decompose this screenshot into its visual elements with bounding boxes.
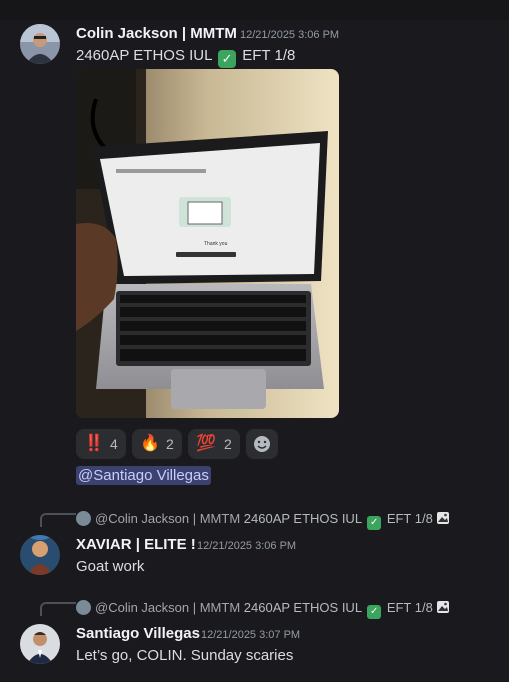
- message-santiago: @Colin Jackson | MMTM 2460AP ETHOS IUL ✓…: [0, 577, 509, 682]
- add-reaction-icon: [254, 436, 270, 452]
- username[interactable]: Colin Jackson | MMTM: [76, 25, 237, 42]
- reply-snippet: 2460AP ETHOS IUL: [243, 600, 362, 615]
- add-reaction-button[interactable]: [246, 429, 278, 459]
- user-mention[interactable]: @Santiago Villegas: [76, 466, 211, 485]
- double-exclamation-icon: ‼️: [84, 435, 104, 452]
- timestamp: 12/21/2025 3:06 PM: [240, 29, 340, 41]
- content-suffix: EFT 1/8: [242, 47, 296, 64]
- timestamp: 12/21/2025 3:07 PM: [201, 629, 301, 641]
- reply-spine: [40, 513, 76, 527]
- reaction-count: 4: [110, 436, 118, 452]
- reply-spine: [40, 602, 76, 616]
- content-prefix: 2460AP ETHOS IUL: [76, 47, 212, 64]
- top-bar: [0, 0, 509, 20]
- avatar[interactable]: [20, 535, 60, 575]
- username[interactable]: XAVIAR | ELITE !: [76, 536, 196, 553]
- fire-icon: 🔥: [140, 435, 160, 452]
- message-content: Goat work: [76, 558, 145, 575]
- avatar[interactable]: [20, 24, 60, 64]
- reply-avatar: [76, 511, 91, 526]
- timestamp: 12/21/2025 3:06 PM: [197, 540, 297, 552]
- message-content: 2460AP ETHOS IUL ✓ EFT 1/8: [76, 47, 295, 68]
- reply-author: @Colin Jackson | MMTM: [95, 600, 241, 615]
- reply-avatar: [76, 600, 91, 615]
- reply-reference[interactable]: @Colin Jackson | MMTM 2460AP ETHOS IUL ✓…: [76, 600, 450, 619]
- reaction-count: 2: [166, 436, 174, 452]
- message-xaviar: @Colin Jackson | MMTM 2460AP ETHOS IUL ✓…: [0, 488, 509, 576]
- image-icon: [437, 512, 450, 524]
- reply-snippet: 2460AP ETHOS IUL: [243, 511, 362, 526]
- reply-suffix: EFT 1/8: [386, 511, 433, 526]
- hundred-points-icon: 💯: [196, 435, 216, 452]
- message-colin: Colin Jackson | MMTM 12/21/2025 3:06 PM …: [0, 20, 509, 490]
- reaction-double-exclamation[interactable]: ‼️ 4: [76, 429, 126, 459]
- reply-author: @Colin Jackson | MMTM: [95, 511, 241, 526]
- image-attachment[interactable]: Thank you: [76, 69, 339, 418]
- check-emoji-icon: ✓: [218, 50, 237, 68]
- check-emoji-icon: ✓: [367, 605, 382, 619]
- reaction-fire[interactable]: 🔥 2: [132, 429, 182, 459]
- reaction-hundred[interactable]: 💯 2: [188, 429, 240, 459]
- check-emoji-icon: ✓: [367, 516, 382, 530]
- chat-area: Colin Jackson | MMTM 12/21/2025 3:06 PM …: [0, 20, 509, 682]
- reply-reference[interactable]: @Colin Jackson | MMTM 2460AP ETHOS IUL ✓…: [76, 511, 450, 530]
- reaction-count: 2: [224, 436, 232, 452]
- message-content: Let’s go, COLIN. Sunday scaries: [76, 647, 294, 664]
- avatar[interactable]: [20, 624, 60, 664]
- screen-text: Thank you: [204, 241, 228, 247]
- username[interactable]: Santiago Villegas: [76, 625, 200, 642]
- image-icon: [437, 601, 450, 613]
- reply-suffix: EFT 1/8: [386, 600, 433, 615]
